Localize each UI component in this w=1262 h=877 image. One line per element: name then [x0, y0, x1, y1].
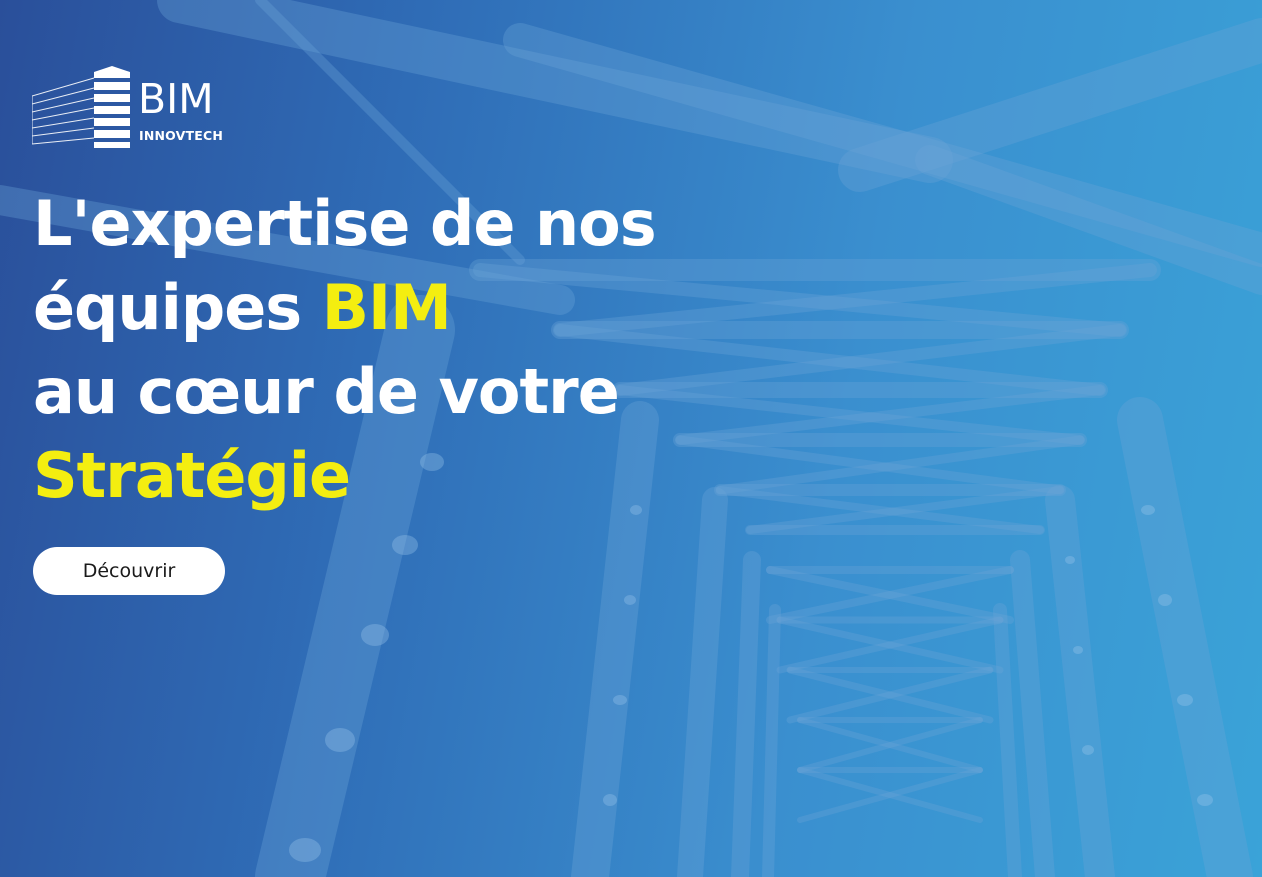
headline-line-1: L'expertise de nos: [33, 187, 657, 260]
headline-line-2-text: équipes: [33, 271, 322, 344]
logo-tagline: INNOVTECH: [139, 128, 224, 143]
discover-button[interactable]: Découvrir: [33, 547, 225, 595]
headline-line-3: au cœur de votre: [33, 355, 620, 428]
hero-section: BIM INNOVTECH L'expertise de nos équipes…: [0, 0, 1262, 877]
hero-headline: L'expertise de nos équipes BIM au cœur d…: [33, 182, 713, 518]
building-logo-icon: [32, 66, 130, 148]
headline-line-2: équipes BIM: [33, 266, 713, 350]
logo-name: BIM: [138, 75, 214, 123]
headline-highlight-strategie: Stratégie: [33, 439, 351, 512]
bim-innovtech-logo[interactable]: BIM INNOVTECH: [32, 66, 242, 150]
headline-highlight-bim: BIM: [321, 271, 452, 344]
